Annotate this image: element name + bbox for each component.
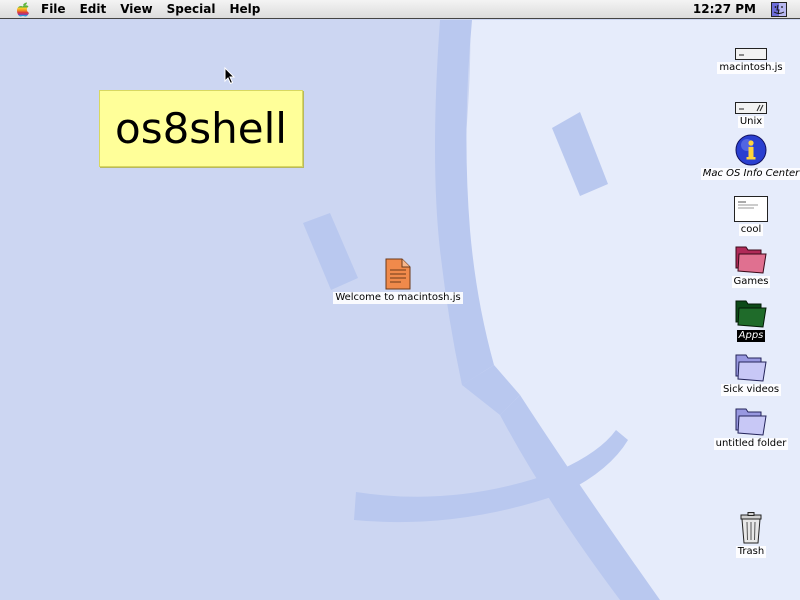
- desktop-icon-apps[interactable]: Apps: [706, 296, 796, 342]
- sticky-note-text: os8shell: [115, 104, 287, 153]
- menu-file[interactable]: File: [34, 0, 73, 19]
- apple-menu[interactable]: [12, 0, 34, 19]
- desktop-icon-label: Apps: [736, 330, 766, 342]
- folder-icon: [735, 300, 767, 328]
- desktop[interactable]: os8shell Welcome to macintosh.js macinto…: [0, 20, 800, 600]
- trash-icon: [740, 512, 762, 544]
- sticky-note[interactable]: os8shell: [99, 90, 303, 167]
- folder-icon: [735, 354, 767, 382]
- desktop-icon-mac-os-info-center[interactable]: Mac OS Info Center: [700, 134, 800, 180]
- desktop-icon-untitled-folder[interactable]: untitled folder: [706, 404, 796, 450]
- menu-special[interactable]: Special: [160, 0, 223, 19]
- hard-drive-icon: [735, 48, 767, 60]
- menu-view[interactable]: View: [113, 0, 159, 19]
- folder-icon: [735, 408, 767, 436]
- desktop-icon-label: Mac OS Info Center: [700, 168, 800, 180]
- desktop-icon-label: cool: [738, 224, 764, 236]
- welcome-document[interactable]: Welcome to macintosh.js: [333, 258, 463, 304]
- folder-icon: [735, 246, 767, 274]
- text-document-icon: [734, 196, 768, 222]
- apple-icon: [17, 2, 29, 17]
- desktop-icon-unix[interactable]: Unix: [706, 92, 796, 128]
- welcome-document-label: Welcome to macintosh.js: [333, 292, 463, 304]
- desktop-icon-trash[interactable]: Trash: [706, 512, 796, 558]
- desktop-icon-label: Unix: [737, 116, 765, 128]
- menu-help[interactable]: Help: [222, 0, 267, 19]
- menu-edit[interactable]: Edit: [73, 0, 114, 19]
- desktop-icon-macintosh-js[interactable]: macintosh.js: [706, 38, 796, 74]
- menu-clock[interactable]: 12:27 PM: [693, 0, 756, 19]
- mouse-cursor-icon: [224, 67, 236, 85]
- desktop-icon-label: Trash: [735, 546, 767, 558]
- hard-drive-icon: [735, 102, 767, 114]
- desktop-icon-label: macintosh.js: [717, 62, 785, 74]
- desktop-icon-sick-videos[interactable]: Sick videos: [706, 350, 796, 396]
- desktop-icon-games[interactable]: Games: [706, 242, 796, 288]
- document-icon: [385, 258, 411, 290]
- desktop-icon-label: Games: [731, 276, 771, 288]
- desktop-icon-cool[interactable]: cool: [706, 190, 796, 236]
- finder-icon[interactable]: [771, 2, 787, 17]
- info-icon: [735, 134, 767, 166]
- menu-bar: File Edit View Special Help 12:27 PM: [0, 0, 800, 19]
- desktop-icon-label: Sick videos: [720, 384, 782, 396]
- desktop-icon-label: untitled folder: [713, 438, 789, 450]
